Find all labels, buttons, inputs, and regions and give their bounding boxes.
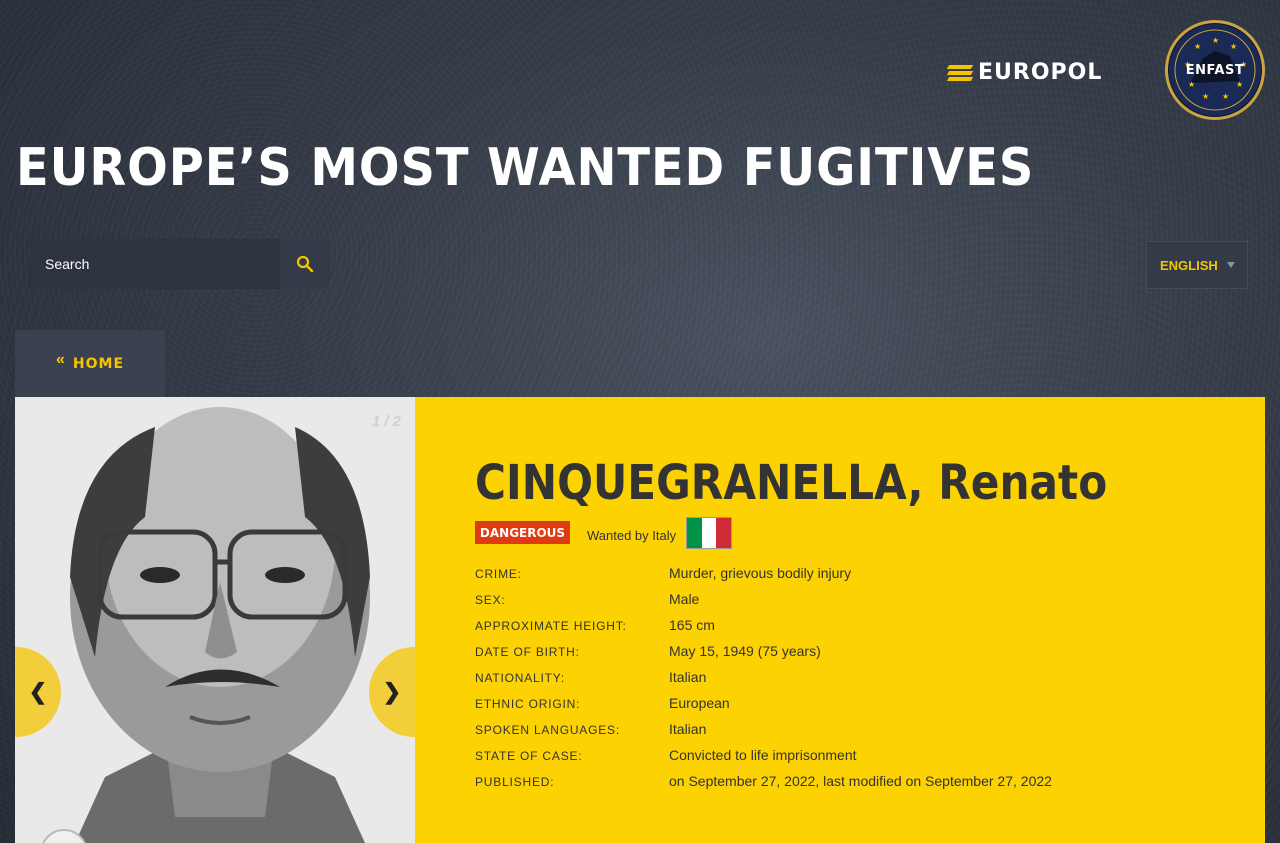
fugitive-name: CINQUEGRANELLA, Renato bbox=[475, 455, 1108, 511]
flag-stripe bbox=[701, 518, 717, 548]
detail-row-published: PUBLISHED: on September 27, 2022, last m… bbox=[475, 771, 1052, 797]
detail-row-height: APPROXIMATE HEIGHT: 165 cm bbox=[475, 615, 1052, 641]
page-title: EUROPE’S MOST WANTED FUGITIVES bbox=[16, 138, 1035, 198]
detail-label: STATE OF CASE: bbox=[475, 749, 583, 763]
flag-stripe bbox=[687, 518, 702, 548]
detail-label: ETHNIC ORIGIN: bbox=[475, 697, 581, 711]
detail-label: PUBLISHED: bbox=[475, 775, 555, 789]
svg-text:★: ★ bbox=[1222, 92, 1229, 101]
detail-label: SEX: bbox=[475, 593, 506, 607]
detail-row-spoken-languages: SPOKEN LANGUAGES: Italian bbox=[475, 719, 1052, 745]
detail-value: European bbox=[669, 695, 730, 711]
detail-value: 165 cm bbox=[669, 617, 715, 633]
svg-text:★: ★ bbox=[1230, 42, 1237, 51]
chevron-right-icon: ❯ bbox=[382, 679, 402, 704]
wanted-by-text: Wanted by Italy bbox=[587, 528, 677, 543]
detail-label: CRIME: bbox=[475, 567, 522, 581]
europol-logo-text: EUROPOL bbox=[978, 59, 1103, 85]
detail-label: APPROXIMATE HEIGHT: bbox=[475, 619, 627, 633]
svg-text:★: ★ bbox=[1212, 36, 1219, 45]
svg-text:★: ★ bbox=[1202, 92, 1209, 101]
home-link[interactable]: « HOME bbox=[15, 330, 165, 397]
detail-value: May 15, 1949 (75 years) bbox=[669, 643, 821, 659]
detail-row-ethnic-origin: ETHNIC ORIGIN: European bbox=[475, 693, 1052, 719]
detail-label: DATE OF BIRTH: bbox=[475, 645, 580, 659]
double-chevron-left-icon: « bbox=[55, 350, 65, 368]
europol-logo[interactable]: EUROPOL bbox=[946, 59, 1103, 85]
italy-flag-icon bbox=[686, 517, 732, 549]
status-badge: DANGEROUS bbox=[475, 521, 570, 544]
detail-label: SPOKEN LANGUAGES: bbox=[475, 723, 620, 737]
detail-value: Murder, grievous bodily injury bbox=[669, 565, 852, 581]
flag-stripe bbox=[716, 518, 732, 548]
fugitive-photo bbox=[15, 397, 415, 843]
europol-mark-icon bbox=[946, 63, 974, 81]
svg-text:★: ★ bbox=[1194, 42, 1201, 51]
home-link-label: HOME bbox=[72, 355, 125, 372]
detail-row-sex: SEX: Male bbox=[475, 589, 1052, 615]
fugitive-details-panel: CINQUEGRANELLA, Renato DANGEROUS Wanted … bbox=[415, 397, 1265, 843]
detail-value: on September 27, 2022, last modified on … bbox=[669, 773, 1052, 789]
search-icon bbox=[296, 255, 314, 273]
chevron-down-icon bbox=[1227, 262, 1235, 268]
search-input[interactable] bbox=[30, 239, 280, 289]
search-button[interactable] bbox=[280, 239, 330, 289]
detail-row-state-of-case: STATE OF CASE: Convicted to life impriso… bbox=[475, 745, 1052, 771]
enfast-logo[interactable]: ★ ★ ★ ★ ★ ★ ★ ★ ★ ENFAST bbox=[1165, 20, 1265, 120]
detail-value: Italian bbox=[669, 721, 707, 737]
detail-row-date-of-birth: DATE OF BIRTH: May 15, 1949 (75 years) bbox=[475, 641, 1052, 667]
detail-value: Convicted to life imprisonment bbox=[669, 747, 857, 763]
detail-value: Male bbox=[669, 591, 700, 607]
photo-counter: 1 / 2 bbox=[371, 413, 401, 430]
detail-label: NATIONALITY: bbox=[475, 671, 566, 685]
svg-text:★: ★ bbox=[1236, 80, 1243, 89]
detail-row-crime: CRIME: Murder, grievous bodily injury bbox=[475, 563, 1052, 589]
fugitive-details-list: CRIME: Murder, grievous bodily injury SE… bbox=[475, 563, 1052, 797]
language-select[interactable]: ENGLISH bbox=[1146, 241, 1248, 289]
detail-row-nationality: NATIONALITY: Italian bbox=[475, 667, 1052, 693]
search-bar bbox=[30, 239, 330, 289]
language-selected-value: ENGLISH bbox=[1160, 257, 1218, 273]
detail-value: Italian bbox=[669, 669, 707, 685]
fugitive-photo-gallery: 1 / 2 ❮ ❯ bbox=[15, 397, 415, 843]
chevron-left-icon: ❮ bbox=[28, 679, 48, 704]
enfast-logo-text: ENFAST bbox=[1185, 62, 1245, 78]
svg-text:★: ★ bbox=[1188, 80, 1195, 89]
